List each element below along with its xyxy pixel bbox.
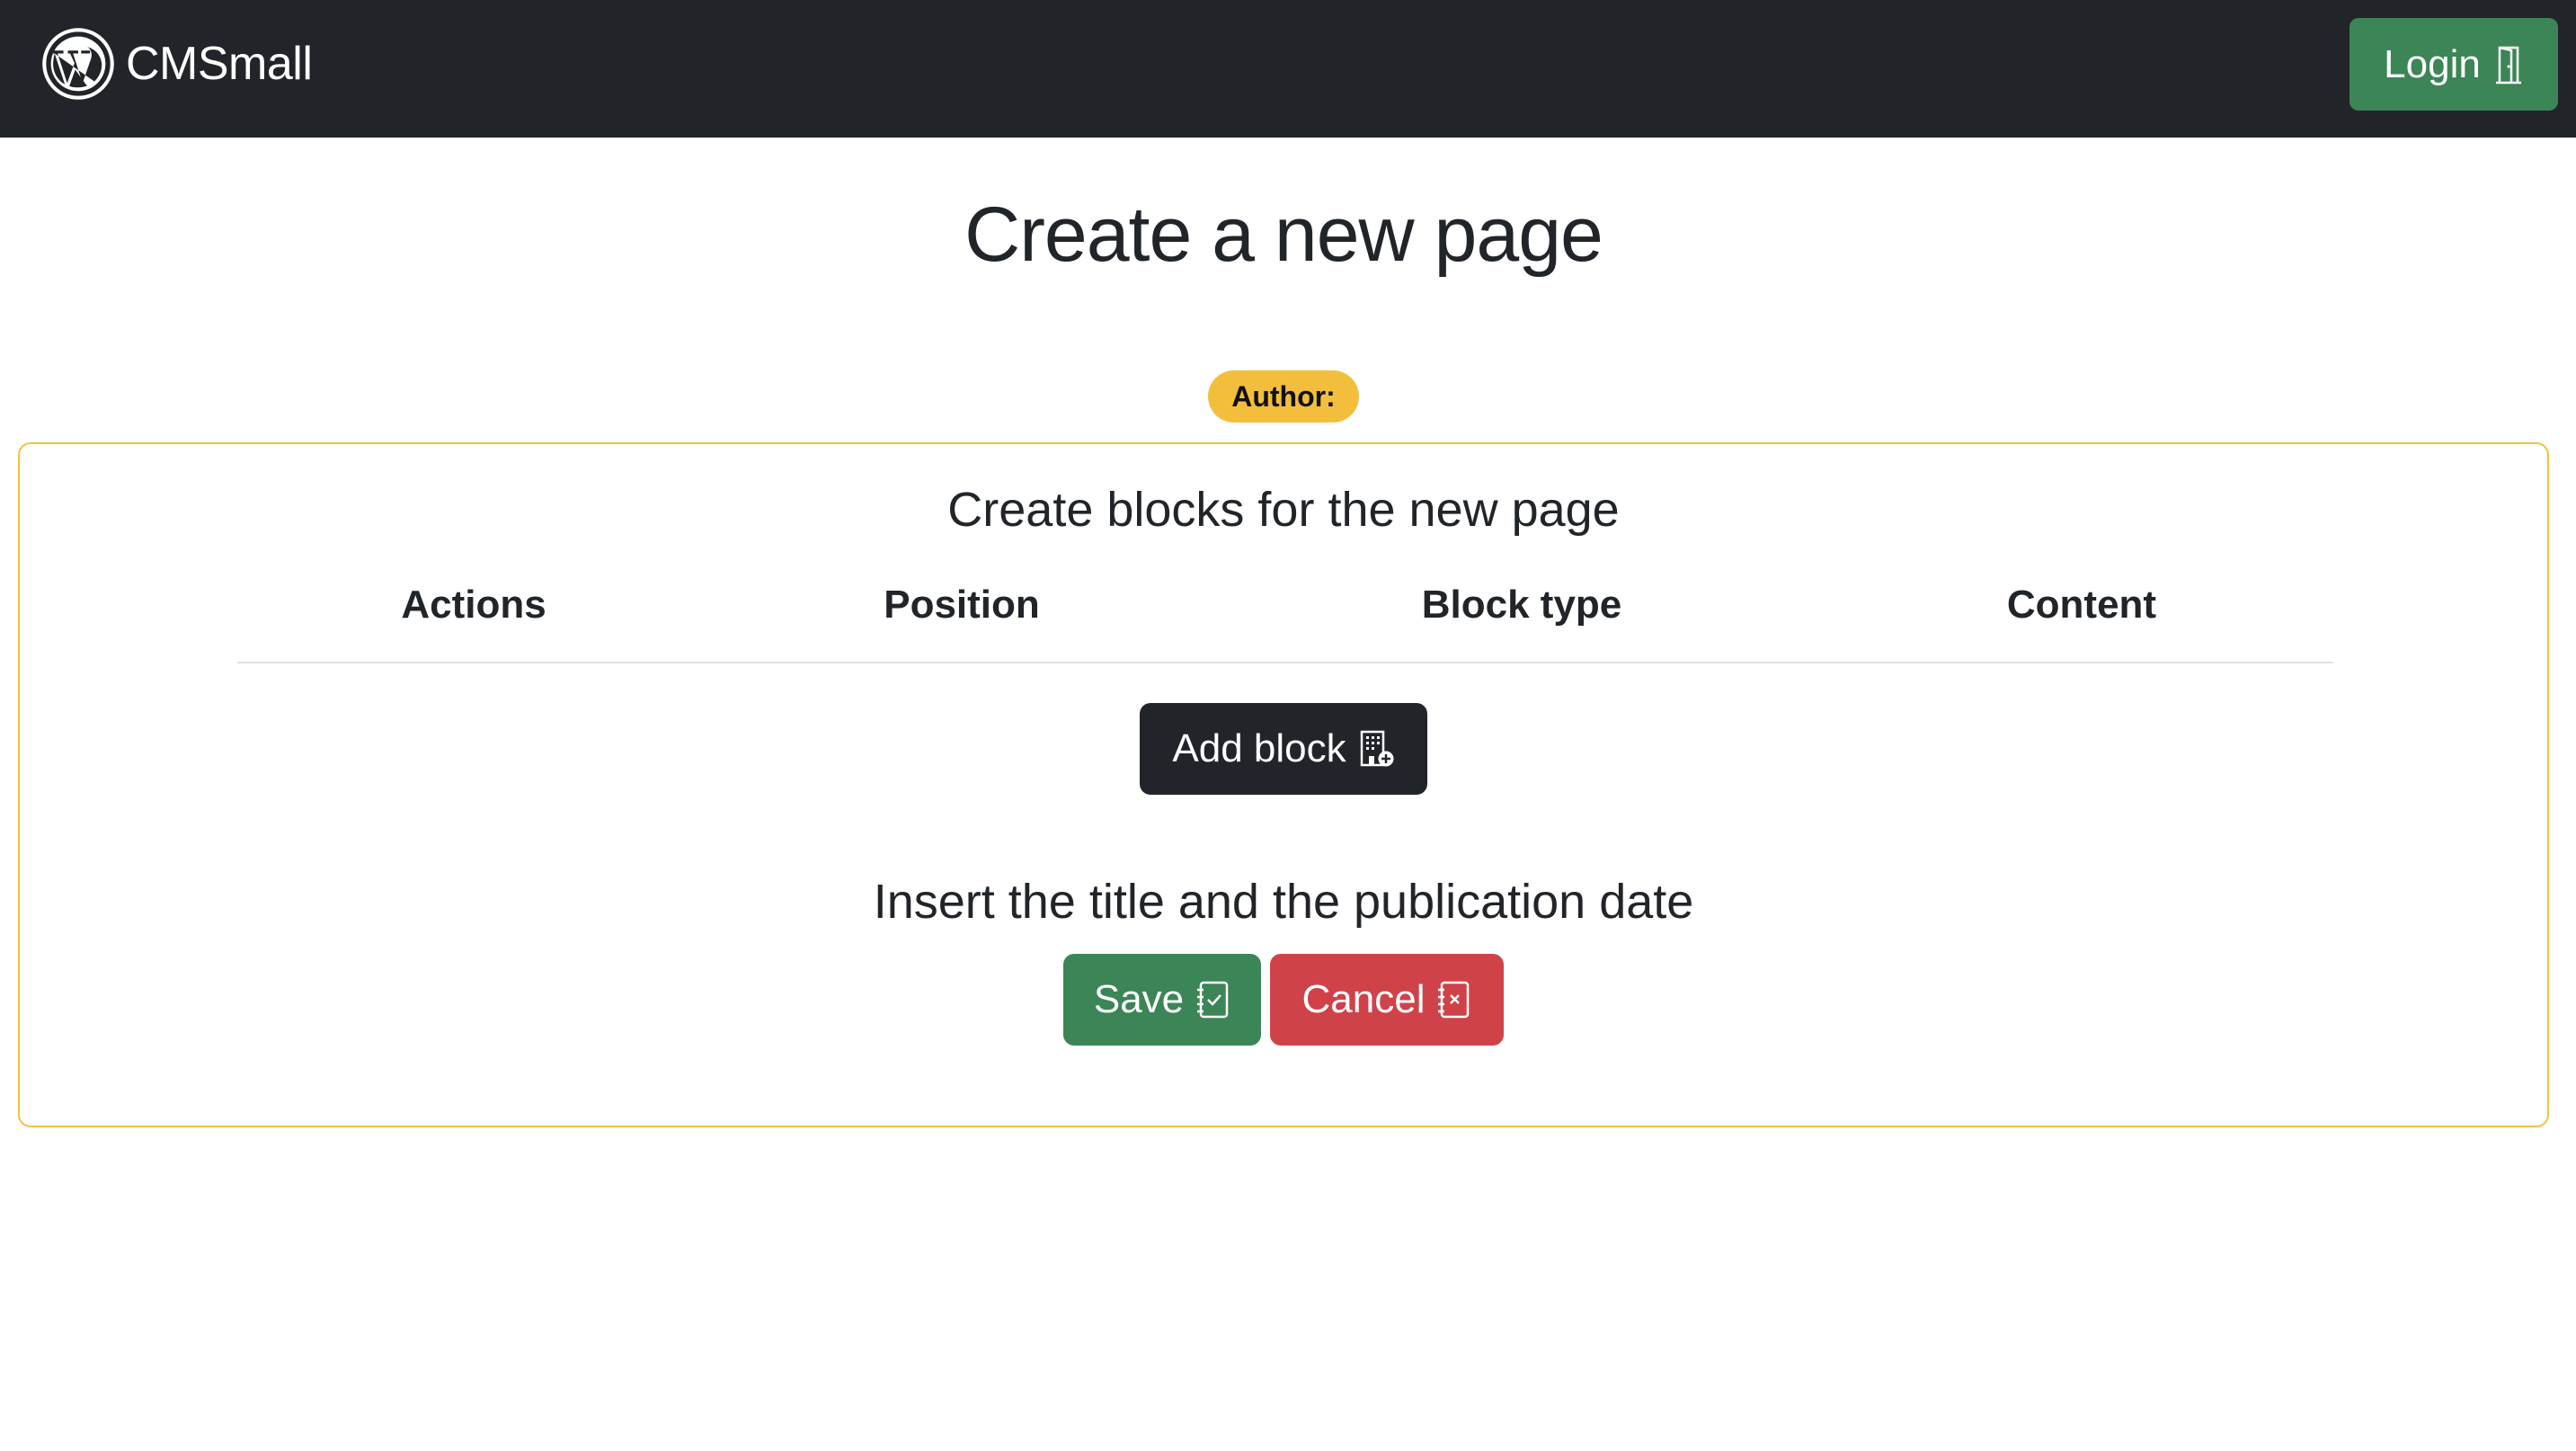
column-header-content: Content — [2006, 583, 2157, 627]
column-header-position: Position — [884, 583, 1040, 627]
login-button-label: Login — [2384, 41, 2481, 86]
journal-check-icon — [1197, 981, 1229, 1019]
column-header-actions: Actions — [401, 583, 546, 627]
save-button[interactable]: Save — [1063, 954, 1261, 1046]
journal-x-icon — [1438, 981, 1470, 1019]
wordpress-logo-icon — [42, 28, 114, 100]
blocks-heading: Create blocks for the new page — [947, 483, 1620, 537]
save-button-label: Save — [1093, 977, 1185, 1021]
door-icon — [2495, 46, 2521, 84]
building-add-icon — [1360, 730, 1394, 767]
page-title: Create a new page — [964, 191, 1603, 278]
author-badge: Author: — [1208, 370, 1359, 423]
cancel-button-label: Cancel — [1301, 977, 1426, 1021]
brand[interactable]: CMSmall — [41, 27, 313, 101]
add-block-button[interactable]: Add block — [1140, 703, 1427, 795]
login-button[interactable]: Login — [2349, 18, 2558, 111]
title-date-heading: Insert the title and the publication dat… — [873, 875, 1694, 929]
add-block-label: Add block — [1172, 726, 1346, 770]
brand-name: CMSmall — [126, 38, 313, 90]
top-navbar: CMSmall Login — [0, 0, 2576, 138]
cancel-button[interactable]: Cancel — [1270, 954, 1504, 1046]
column-header-block-type: Block type — [1421, 583, 1622, 627]
blocks-table-header: Actions Position Block type Content — [237, 583, 2333, 663]
